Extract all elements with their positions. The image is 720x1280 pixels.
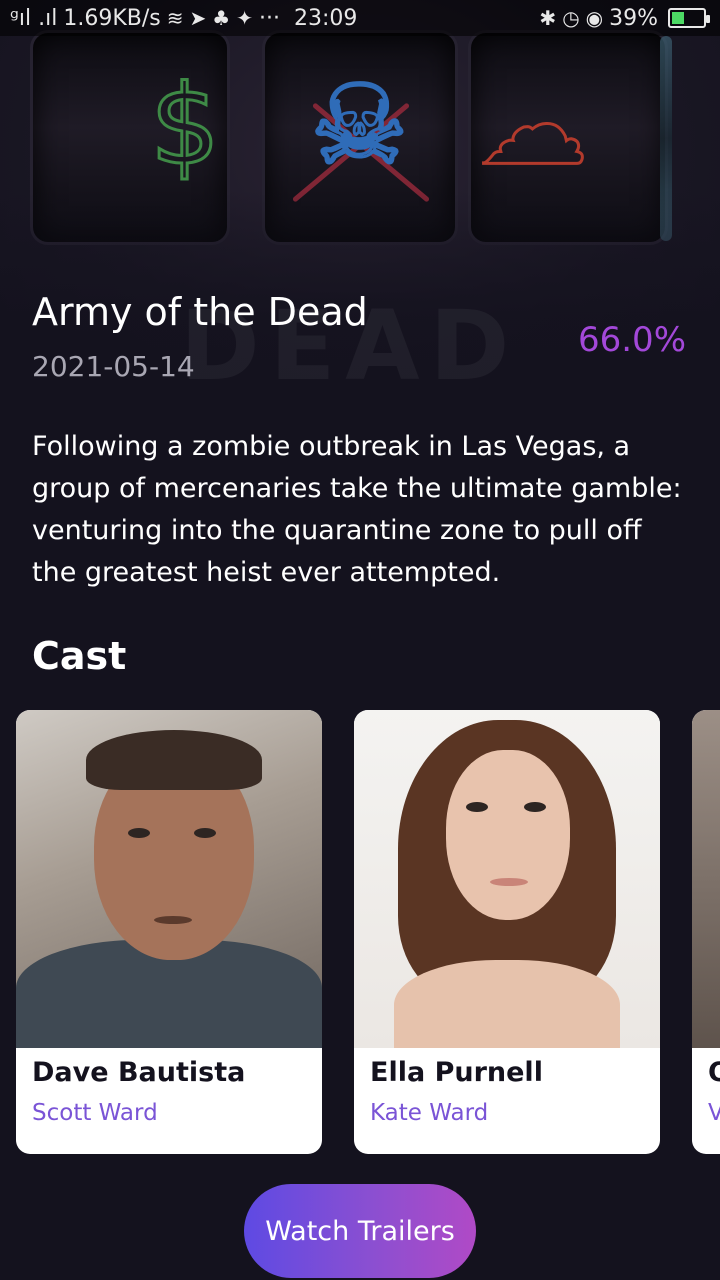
twitter-icon: ✦ — [236, 6, 253, 30]
status-bar: ᵍıl .ıl 1.69KB/s ≋ ➤ ♣ ✦ ··· 23:09 ✱ ◷ ◉… — [0, 0, 720, 36]
cast-character: V — [708, 1100, 720, 1126]
eye-icon: ◉ — [585, 6, 604, 30]
cast-card[interactable]: O V — [692, 710, 720, 1154]
movie-title: Army of the Dead — [32, 290, 368, 334]
cast-heading: Cast — [32, 634, 127, 678]
watch-trailers-button[interactable]: Watch Trailers — [244, 1184, 476, 1278]
photo-shape — [154, 916, 192, 924]
battery-level-fill — [672, 12, 684, 24]
telegram-icon: ➤ — [189, 6, 207, 30]
cast-list[interactable]: Dave Bautista Scott Ward Ella Purnell Ka… — [16, 710, 720, 1156]
photo-shape — [466, 802, 488, 812]
battery-percent: 39% — [609, 5, 658, 31]
movie-details: Army of the Dead 2021-05-14 66.0% Follow… — [0, 0, 720, 1280]
cast-card[interactable]: Dave Bautista Scott Ward — [16, 710, 322, 1154]
network-speed: 1.69KB/s — [63, 5, 161, 31]
wifi-icon: ≋ — [166, 6, 184, 30]
photo-shape — [86, 730, 262, 790]
photo-shape — [194, 828, 216, 838]
cast-name: O — [708, 1057, 720, 1088]
more-notifications-indicator: ··· — [258, 5, 280, 31]
cast-photo — [16, 710, 322, 1048]
cast-name: Ella Purnell — [370, 1057, 543, 1088]
rating-score: 66.0% — [577, 320, 686, 360]
photo-shape — [394, 960, 620, 1048]
cast-photo — [354, 710, 660, 1048]
battery-icon — [668, 8, 710, 28]
movie-overview: Following a zombie outbreak in Las Vegas… — [32, 431, 682, 588]
photo-shape — [446, 750, 570, 920]
cast-card[interactable]: Ella Purnell Kate Ward — [354, 710, 660, 1154]
cast-photo — [692, 710, 720, 1048]
signal-icon: ᵍıl .ıl — [10, 5, 58, 31]
photo-shape — [490, 878, 528, 886]
cast-character: Scott Ward — [32, 1100, 158, 1126]
app-icon: ♣ — [212, 6, 231, 30]
clock-time: 23:09 — [293, 5, 358, 31]
bluetooth-icon: ✱ — [539, 6, 557, 30]
cast-character: Kate Ward — [370, 1100, 489, 1126]
alarm-icon: ◷ — [562, 6, 580, 30]
cast-name: Dave Bautista — [32, 1057, 246, 1088]
release-date: 2021-05-14 — [32, 350, 195, 383]
photo-shape — [128, 828, 150, 838]
photo-shape — [524, 802, 546, 812]
